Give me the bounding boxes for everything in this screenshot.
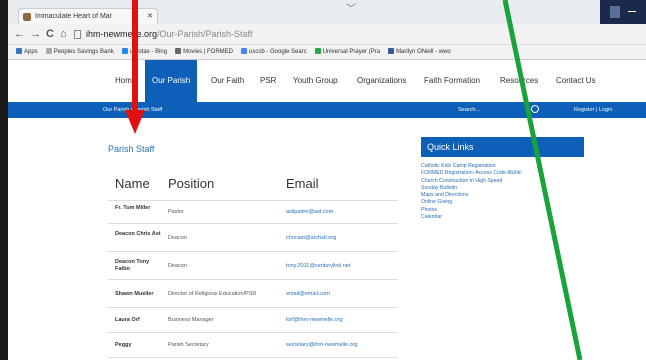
breadcrumb[interactable]: Our Parish / Parish Staff (103, 102, 162, 118)
browser-tab[interactable]: Immaculate Heart of Mar ✕ (18, 8, 158, 24)
bookmark-item[interactable]: uscsb - Google Searc (241, 45, 307, 59)
staff-position: Director of Religious Education/PSR (168, 290, 257, 297)
nav-item-home[interactable]: Home (115, 60, 136, 102)
bookmark-icon (45, 48, 52, 55)
staff-name: Deacon Chris Ast (115, 230, 161, 237)
bookmark-icon (121, 48, 128, 55)
bookmark-item[interactable]: Universal Prayer (Pra (314, 45, 381, 59)
bookmark-item[interactable]: Movies | FORMED (175, 45, 233, 59)
register-login-links[interactable]: Register | Login (574, 102, 612, 118)
staff-name: Fr. Tom Miller (115, 205, 151, 211)
window-controls (600, 0, 646, 24)
staff-position: Pastor (168, 209, 184, 215)
staff-email[interactable]: tony.2011@centurylink.net (286, 263, 350, 269)
bookmark-icon (16, 48, 22, 55)
quick-link-item[interactable]: Photos (421, 207, 584, 214)
staff-name: Deacon Tony Fatbo (115, 258, 150, 272)
bookmarks-bar: Apps Peoples Savings Bank urbotax - Bing Mo… (8, 45, 646, 60)
search-icon[interactable] (531, 105, 539, 113)
nav-item-our-parish[interactable]: Our Parish (145, 60, 198, 102)
table-header: Name Position Email (108, 168, 398, 201)
nav-item-faith-formation[interactable]: Faith Formation (424, 60, 480, 102)
bookmark-icon (175, 48, 182, 55)
quick-link-item[interactable]: Catholic Kids Camp Registration (421, 163, 584, 170)
search-input[interactable]: Search... (458, 102, 480, 118)
table-row: Shawn Mueller Director of Religious Educa… (108, 280, 398, 308)
page-title: Parish Staff (108, 144, 155, 154)
tab-title: Immaculate Heart of Mar (35, 13, 113, 20)
quick-link-item[interactable]: Maps and Directions (421, 192, 584, 199)
bookmark-label: uscsb - Google Searc (249, 49, 307, 55)
staff-position: Parish Secretary (168, 342, 209, 348)
reload-icon[interactable]: C (46, 26, 54, 42)
staff-email[interactable]: email@email.com (286, 291, 330, 297)
nav-item-resources[interactable]: Resources (500, 60, 538, 102)
quick-links-title: Quick Links (421, 137, 584, 157)
table-row: Peggy Parish Secretary secretary@ihm-newme… (108, 333, 398, 358)
nav-item-psr[interactable]: PSR (260, 60, 276, 102)
nav-item-organizations[interactable]: Organizations (357, 60, 406, 102)
quick-link-item[interactable]: Church Construction in High Speed (421, 178, 584, 185)
header-email: Email (286, 176, 319, 191)
address-bar: ← → C ⌂ ihm-newmelle.org/Our-Parish/Pari… (8, 24, 646, 45)
quick-link-item[interactable]: Sunday Bulletin (421, 185, 584, 192)
nav-item-youth-group[interactable]: Youth Group (293, 60, 338, 102)
bookmark-icon (314, 48, 321, 55)
url-field[interactable]: ihm-newmelle.org/Our-Parish/Parish-Staff (86, 26, 252, 42)
bookmark-label: urbotax - Bing (129, 49, 168, 55)
staff-position: Deacon (168, 234, 187, 241)
bookmark-item[interactable]: Marilyn ONeill - wwo (388, 45, 451, 59)
bookmark-label: Universal Prayer (Pra (322, 49, 381, 55)
staff-email[interactable]: lorf@ihm-newmelle.org (286, 317, 343, 323)
table-row: Deacon Chris Ast Deacon chricast@archstl.o… (108, 224, 398, 252)
bookmark-label: Peoples Savings Bank (53, 49, 114, 55)
staff-email[interactable]: secretary@ihm-newmelle.org (286, 342, 358, 348)
header-name: Name (115, 176, 150, 191)
minimize-icon[interactable] (628, 11, 636, 12)
page-info-icon[interactable] (74, 30, 81, 39)
staff-email[interactable]: chricast@archstl.org (286, 235, 336, 241)
staff-position: Business Manager (168, 317, 214, 323)
quick-link-item[interactable]: FORMED Registration: Access Code-8b2dc (421, 170, 584, 177)
staff-name: Laura Orf (115, 317, 140, 323)
bookmark-label: Movies | FORMED (183, 49, 233, 55)
bookmark-item[interactable]: Peoples Savings Bank (45, 45, 114, 59)
main-navigation: Home Our Parish Our Faith PSR Youth Group Org… (8, 60, 646, 102)
close-tab-icon[interactable]: ✕ (147, 9, 153, 24)
staff-name: Peggy (115, 342, 132, 348)
quick-links-panel: Quick Links Catholic Kids Camp Registrat… (421, 137, 584, 221)
table-row: Fr. Tom Miller Pastor asilpadre@aol.com (108, 201, 398, 224)
bookmark-icon (241, 48, 247, 55)
bookmark-item[interactable]: Apps (16, 45, 38, 59)
quick-link-item[interactable]: Calendar (421, 214, 584, 221)
forward-arrow-icon[interactable]: → (30, 26, 41, 42)
staff-table: Name Position Email Fr. Tom Miller Pastor… (108, 168, 398, 358)
staff-position: Deacon (168, 262, 187, 269)
bookmark-icon (388, 48, 395, 55)
bookmark-item[interactable]: urbotax - Bing (121, 45, 168, 59)
desktop-edge (0, 0, 8, 360)
bookmark-label: Marilyn ONeill - wwo (396, 49, 451, 55)
nav-item-contact-us[interactable]: Contact Us (556, 60, 596, 102)
chevron-down-icon: ﹀ (346, 4, 356, 15)
sub-navigation-bar: Our Parish / Parish Staff Search... Regi… (8, 102, 646, 118)
staff-name: Shawn Mueller (115, 290, 154, 297)
site-favicon-icon (23, 13, 31, 21)
bookmark-label: Apps (24, 49, 38, 55)
staff-email[interactable]: asilpadre@aol.com (286, 209, 333, 215)
back-arrow-icon[interactable]: ← (14, 26, 25, 42)
nav-item-our-faith[interactable]: Our Faith (211, 60, 244, 102)
table-row: Deacon Tony Fatbo Deacon tony.2011@century… (108, 252, 398, 280)
home-icon[interactable]: ⌂ (60, 26, 67, 42)
profile-avatar-icon[interactable] (610, 6, 620, 18)
quick-link-item[interactable]: Online Giving (421, 199, 584, 206)
table-row: Laura Orf Business Manager lorf@ihm-newmel… (108, 308, 398, 333)
browser-tab-strip: Immaculate Heart of Mar ✕ ﹀ (8, 0, 646, 24)
header-position: Position (168, 176, 215, 191)
